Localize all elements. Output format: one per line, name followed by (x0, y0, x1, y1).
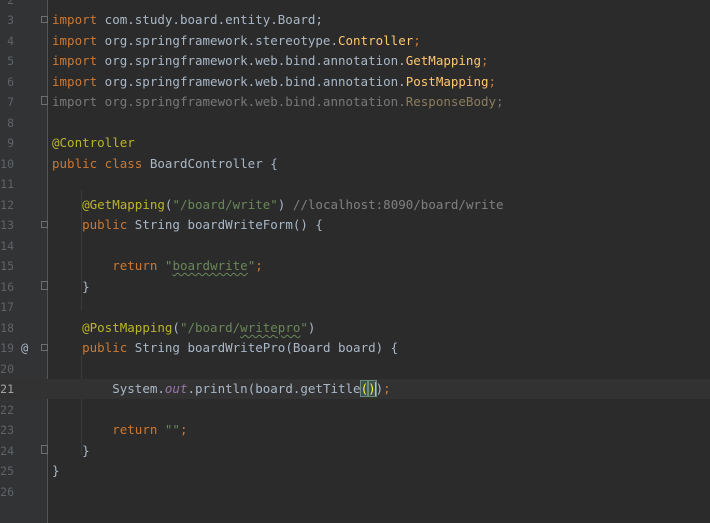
code-line-12[interactable]: 12 @GetMapping("/board/write") //localho… (0, 195, 710, 215)
code-text[interactable]: public String boardWriteForm() { (52, 215, 323, 235)
line-number: 9 (7, 136, 14, 150)
code-line-10[interactable]: 10 public class BoardController { (0, 154, 710, 174)
code-text[interactable]: return ""; (52, 420, 187, 440)
code-line-26[interactable]: 26 (0, 482, 710, 502)
code-text[interactable]: import com.study.board.entity.Board; (52, 10, 323, 30)
code-line-3[interactable]: 3 import com.study.board.entity.Board; (0, 10, 710, 30)
line-number: 5 (7, 54, 14, 68)
code-text[interactable]: @GetMapping("/board/write") //localhost:… (52, 195, 503, 215)
code-text[interactable]: return "boardwrite"; (52, 256, 263, 276)
fold-toggle-icon[interactable] (41, 16, 48, 23)
code-line-20[interactable]: 20 (0, 359, 710, 379)
code-line-13[interactable]: 13 public String boardWriteForm() { (0, 215, 710, 235)
fold-toggle-icon[interactable] (41, 221, 48, 228)
code-text[interactable]: } (52, 277, 90, 297)
code-line-18[interactable]: 18 @PostMapping("/board/writepro") (0, 318, 710, 338)
code-line-9[interactable]: 9 @Controller (0, 133, 710, 153)
code-text[interactable]: import org.springframework.web.bind.anno… (52, 51, 489, 71)
code-text[interactable]: } (52, 461, 60, 481)
line-number: 14 (0, 239, 14, 253)
line-number: 21 (0, 382, 14, 396)
code-text[interactable]: @Controller (52, 133, 135, 153)
line-number: 17 (0, 300, 14, 314)
line-number: 25 (0, 464, 14, 478)
code-line-23[interactable]: 23 return ""; (0, 420, 710, 440)
line-number: 13 (0, 218, 14, 232)
code-text[interactable]: import org.springframework.web.bind.anno… (52, 92, 504, 112)
code-line-5[interactable]: 5 import org.springframework.web.bind.an… (0, 51, 710, 71)
code-text[interactable]: public String boardWritePro(Board board)… (52, 338, 398, 358)
line-number: 12 (0, 198, 14, 212)
line-number: 6 (7, 75, 14, 89)
code-text[interactable]: System.out.println(board.getTitle()); (52, 379, 391, 399)
line-number: 23 (0, 423, 14, 437)
code-line-21[interactable]: 21 System.out.println(board.getTitle()); (0, 379, 710, 399)
line-number: 8 (7, 116, 14, 130)
line-number: 19 (0, 341, 14, 355)
code-line-4[interactable]: 4 import org.springframework.stereotype.… (0, 31, 710, 51)
code-text[interactable]: public class BoardController { (52, 154, 278, 174)
code-line-14[interactable]: 14 (0, 236, 710, 256)
code-editor[interactable]: 2 3 import com.study.board.entity.Board;… (0, 0, 710, 523)
line-number: 2 (7, 0, 14, 7)
line-number: 22 (0, 403, 14, 417)
line-number: 4 (7, 34, 14, 48)
line-number: 16 (0, 280, 14, 294)
code-line-19[interactable]: 19 @ public String boardWritePro(Board b… (0, 338, 710, 358)
code-line-17[interactable]: 17 (0, 297, 710, 317)
line-number: 10 (0, 157, 14, 171)
line-number: 3 (7, 13, 14, 27)
line-number: 15 (0, 259, 14, 273)
code-text[interactable]: import org.springframework.web.bind.anno… (52, 72, 496, 92)
line-number: 24 (0, 444, 14, 458)
code-line-2[interactable]: 2 (0, 0, 710, 10)
code-line-22[interactable]: 22 (0, 400, 710, 420)
line-number: 26 (0, 485, 14, 499)
fold-end-icon[interactable] (41, 445, 48, 454)
code-text[interactable]: } (52, 441, 90, 461)
request-mapping-icon[interactable]: @ (21, 338, 28, 358)
code-line-16[interactable]: 16 } (0, 277, 710, 297)
code-line-6[interactable]: 6 import org.springframework.web.bind.an… (0, 72, 710, 92)
code-line-11[interactable]: 11 (0, 174, 710, 194)
fold-end-icon[interactable] (41, 96, 48, 105)
code-line-8[interactable]: 8 (0, 113, 710, 133)
code-text[interactable]: @PostMapping("/board/writepro") (52, 318, 315, 338)
fold-toggle-icon[interactable] (41, 344, 48, 351)
line-number: 18 (0, 321, 14, 335)
code-line-24[interactable]: 24 } (0, 441, 710, 461)
code-line-7[interactable]: 7 import org.springframework.web.bind.an… (0, 92, 710, 112)
fold-end-icon[interactable] (41, 281, 48, 290)
code-line-15[interactable]: 15 return "boardwrite"; (0, 256, 710, 276)
code-line-25[interactable]: 25 } (0, 461, 710, 481)
line-number: 20 (0, 362, 14, 376)
line-number: 7 (7, 95, 14, 109)
line-number: 11 (0, 177, 14, 191)
code-text[interactable]: import org.springframework.stereotype.Co… (52, 31, 421, 51)
